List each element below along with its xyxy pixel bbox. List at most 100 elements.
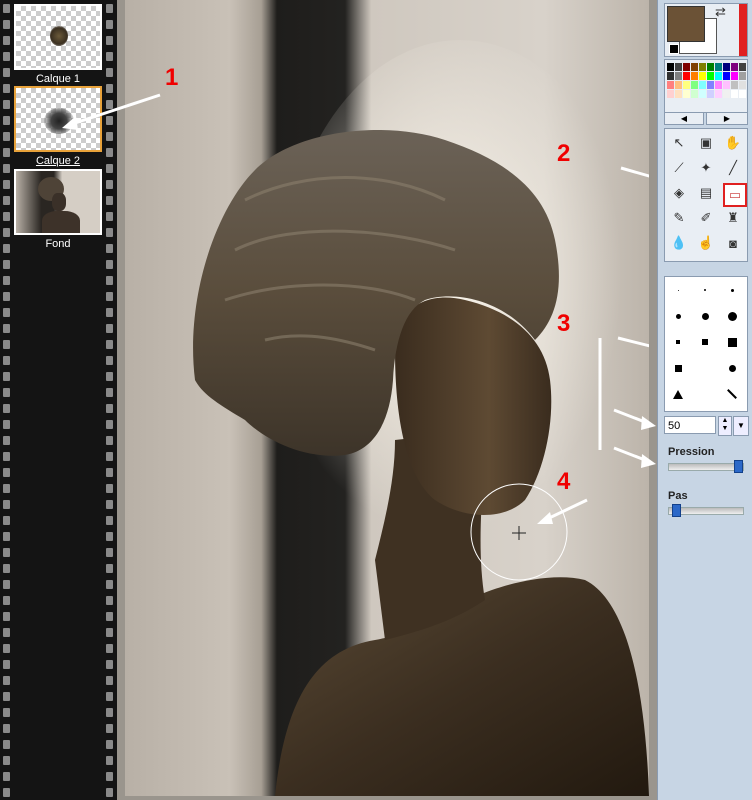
film-perforation (3, 324, 10, 333)
palette-swatch[interactable] (707, 72, 714, 80)
stamp-icon[interactable]: ♜ (723, 208, 743, 228)
layer-icon[interactable]: ▣ (696, 133, 716, 153)
palette-swatch[interactable] (699, 90, 706, 98)
line-icon[interactable]: ╱ (723, 158, 743, 178)
palette-swatch[interactable] (667, 90, 674, 98)
pressure-slider-thumb[interactable] (734, 460, 744, 473)
film-perforation (3, 356, 10, 365)
palette-swatch[interactable] (739, 90, 746, 98)
palette-swatch[interactable] (699, 63, 706, 71)
brush-size-field[interactable]: 50 (664, 416, 716, 434)
palette-swatch[interactable] (691, 90, 698, 98)
brush-preset[interactable] (695, 358, 715, 378)
step-slider-thumb[interactable] (671, 504, 681, 517)
primary-color-swatch[interactable] (667, 6, 705, 42)
brush-size-dropdown[interactable]: ▼ (733, 416, 749, 436)
palette-swatch[interactable] (715, 72, 722, 80)
palette-swatch[interactable] (699, 72, 706, 80)
palette-swatch[interactable] (691, 72, 698, 80)
layer-item-calque-2[interactable]: Calque 2 (14, 86, 102, 167)
brush-preset[interactable] (668, 384, 688, 404)
palette-swatch[interactable] (675, 72, 682, 80)
eraser-icon[interactable]: ▭ (723, 183, 747, 207)
palette-swatch[interactable] (723, 72, 730, 80)
film-perforation (3, 116, 10, 125)
palette-swatch[interactable] (739, 72, 746, 80)
dropper-icon[interactable]: ⟋ (669, 158, 689, 178)
palette-swatch[interactable] (715, 90, 722, 98)
brush-preset[interactable] (695, 306, 715, 326)
film-perforation (106, 772, 113, 781)
palette-swatch[interactable] (699, 81, 706, 89)
brush-preset[interactable] (668, 306, 688, 326)
film-perforation (106, 148, 113, 157)
portrait-icon[interactable]: ◙ (723, 233, 743, 253)
palette-swatch[interactable] (683, 63, 690, 71)
palette-swatch[interactable] (675, 90, 682, 98)
palette-swatch[interactable] (675, 81, 682, 89)
brush-preset[interactable] (722, 280, 742, 300)
brush-preset[interactable] (668, 332, 688, 352)
film-perforation (106, 676, 113, 685)
brush-preset[interactable] (695, 332, 715, 352)
palette-swatch[interactable] (667, 72, 674, 80)
palette-swatch[interactable] (715, 81, 722, 89)
pressure-slider[interactable] (668, 463, 744, 471)
drop-icon[interactable]: 💧 (669, 233, 689, 253)
palette-swatch[interactable] (731, 63, 738, 71)
palette-swatch[interactable] (723, 81, 730, 89)
brush-preset[interactable] (722, 384, 742, 404)
palette-prev-button[interactable]: ◀ (664, 112, 704, 125)
palette-next-button[interactable]: ▶ (706, 112, 748, 125)
film-perforation (106, 116, 113, 125)
brush-preset[interactable] (668, 358, 688, 378)
palette-swatch[interactable] (691, 81, 698, 89)
smudge-icon[interactable]: ☝ (696, 233, 716, 253)
palette-swatch[interactable] (707, 81, 714, 89)
palette-swatch[interactable] (715, 63, 722, 71)
brush-preset[interactable] (668, 280, 688, 300)
palette-swatch[interactable] (683, 81, 690, 89)
palette-swatch[interactable] (731, 81, 738, 89)
palette-swatch[interactable] (739, 63, 746, 71)
brush-selector (664, 276, 748, 412)
brush-preset[interactable] (722, 358, 742, 378)
palette-swatch[interactable] (739, 81, 746, 89)
palette-swatch[interactable] (683, 90, 690, 98)
palette-swatch[interactable] (723, 90, 730, 98)
brush-preset[interactable] (695, 384, 715, 404)
film-perforation (106, 276, 113, 285)
brush-icon[interactable]: ✎ (669, 208, 689, 228)
brush-size-stepper[interactable]: ▲ ▼ (718, 416, 732, 436)
palette-swatch[interactable] (691, 63, 698, 71)
fill-icon[interactable]: ◈ (669, 183, 689, 203)
layer-item-calque-1[interactable]: Calque 1 (14, 4, 102, 85)
film-perforation (106, 564, 113, 573)
palette-swatch[interactable] (667, 63, 674, 71)
brush-preset[interactable] (695, 280, 715, 300)
palette-swatch[interactable] (707, 63, 714, 71)
brush-preset[interactable] (722, 332, 742, 352)
hand-icon[interactable]: ✋ (723, 133, 743, 153)
canvas-area[interactable] (117, 0, 657, 800)
film-perforation (106, 388, 113, 397)
film-perforation (3, 740, 10, 749)
pointer-icon[interactable]: ↖ (669, 133, 689, 153)
magic-wand-icon[interactable]: ✦ (696, 158, 716, 178)
pen-icon[interactable]: ✐ (696, 208, 716, 228)
swap-colors-icon[interactable]: ⇄ (715, 4, 726, 20)
palette-swatch[interactable] (731, 72, 738, 80)
layer-item-fond[interactable]: Fond (14, 169, 102, 250)
film-perforation (106, 324, 113, 333)
palette-swatch[interactable] (667, 81, 674, 89)
film-perforation (3, 724, 10, 733)
film-perforation (3, 68, 10, 77)
palette-swatch[interactable] (675, 63, 682, 71)
reset-colors-icon[interactable] (669, 44, 679, 54)
palette-swatch[interactable] (731, 90, 738, 98)
brush-preset[interactable] (722, 306, 742, 326)
palette-swatch[interactable] (683, 72, 690, 80)
palette-swatch[interactable] (723, 63, 730, 71)
palette-swatch[interactable] (707, 90, 714, 98)
document-icon[interactable]: ▤ (696, 183, 716, 203)
